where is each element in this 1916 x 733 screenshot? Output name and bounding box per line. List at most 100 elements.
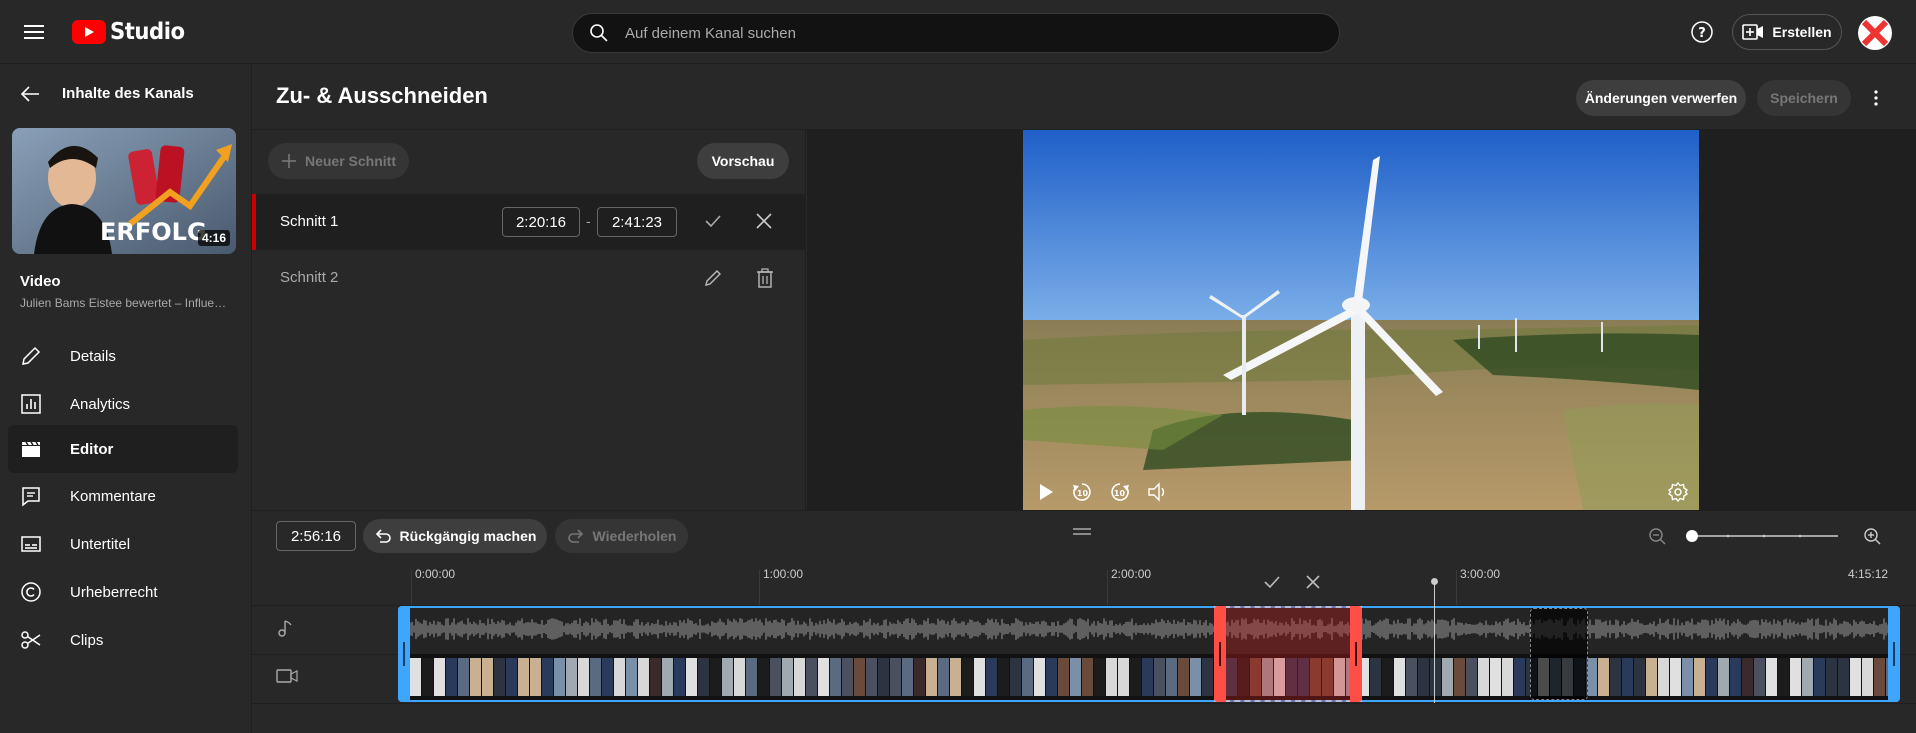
playhead-knob[interactable] [1431,578,1438,585]
duration-display: 2:56:16 [276,521,356,551]
video-section-label: Video [20,273,61,290]
divider [252,510,1916,511]
sidebar-item-label: Clips [70,631,104,649]
trim-start-handle[interactable] [398,606,410,702]
trash-icon[interactable] [756,268,774,288]
playhead[interactable] [1434,583,1435,703]
sidebar-item-comments[interactable]: Kommentare [8,472,238,520]
discard-changes-button[interactable]: Änderungen verwerfen [1576,80,1746,116]
video-thumbnail[interactable]: ERFOLG 4:16 [12,128,236,254]
sidebar-item-analytics[interactable]: Analytics [8,380,238,428]
sidebar-item-label: Details [70,347,116,365]
cut-region-2[interactable] [1530,608,1588,700]
menu-icon[interactable] [18,18,50,46]
comment-icon [20,485,42,507]
sidebar-item-details[interactable]: Details [8,332,238,380]
undo-label: Rückgängig machen [399,528,537,544]
forward-10-icon[interactable]: 10 [1109,481,1131,503]
scissors-icon [20,629,42,651]
undo-button[interactable]: Rückgängig machen [363,519,547,553]
tick-label: 1:00:00 [763,567,804,581]
sidebar-item-copyright[interactable]: Urheberrecht [8,568,238,616]
brand-label: Studio [110,19,185,45]
tick-line [1107,570,1108,606]
help-icon[interactable]: ? [1690,20,1714,44]
sidebar-item-label: Untertitel [70,535,131,553]
search-input[interactable] [625,24,1305,42]
create-button[interactable]: Erstellen [1732,14,1842,50]
sidebar-item-subtitles[interactable]: Untertitel [8,520,238,568]
play-icon[interactable] [1037,482,1055,502]
check-icon[interactable] [703,211,723,231]
trim-end-handle[interactable] [1888,606,1900,702]
cut-label: Schnitt 1 [280,213,339,230]
redo-label: Wiederholen [592,528,677,544]
sidebar-item-label: Kommentare [70,487,156,505]
arrow-left-icon [20,85,40,102]
video-preview[interactable] [1023,130,1699,510]
tick-label: 0:00:00 [415,567,456,581]
sidebar-item-editor[interactable]: Editor [8,425,238,473]
tick-line [759,570,760,606]
timeline-tracks[interactable] [398,606,1900,702]
search-icon [589,23,609,43]
avatar[interactable] [1858,16,1892,50]
rewind-10-icon[interactable]: 10 [1071,481,1093,503]
plus-icon [281,153,297,169]
analytics-icon [20,393,42,415]
svg-text:?: ? [1698,26,1706,41]
close-icon[interactable] [1305,574,1321,590]
new-cut-label: Neuer Schnitt [304,153,396,169]
tick-label: 2:00:00 [1111,567,1152,581]
tick-label: 3:00:00 [1460,567,1501,581]
pencil-icon [20,345,42,367]
sidebar-item-label: Editor [70,440,114,458]
cut-confirm-popup [1250,563,1332,601]
audio-waveform [400,608,1898,700]
tick-label: 4:15:12 [1848,567,1889,581]
subtitles-icon [20,533,42,555]
video-title: Julien Bams Eistee bewertet – Influencer [20,296,230,310]
volume-icon[interactable] [1147,482,1169,502]
cuts-panel [252,130,806,510]
check-icon[interactable] [1262,572,1282,592]
redo-button[interactable]: Wiederholen [555,519,688,553]
back-label: Inhalte des Kanals [62,85,194,102]
sidebar-item-label: Analytics [70,395,131,413]
cut-end-input[interactable]: 2:41:23 [597,207,677,237]
add-video-icon [1742,23,1764,41]
clapper-icon [20,438,42,460]
sidebar-item-label: Urheberrecht [70,583,158,601]
edit-pencil-icon[interactable] [703,268,723,288]
svg-text:10: 10 [1114,489,1126,498]
resize-handle-icon[interactable] [1072,527,1092,537]
new-cut-button[interactable]: Neuer Schnitt [268,143,409,179]
player-controls: 10 10 [1023,474,1699,510]
back-to-content-link[interactable]: Inhalte des Kanals [20,85,194,102]
more-vert-icon[interactable] [1864,84,1888,112]
settings-gear-icon[interactable] [1667,481,1689,503]
video-track-icon [276,668,298,684]
youtube-play-icon [72,20,106,44]
studio-logo[interactable]: Studio [72,16,191,48]
sidebar-item-clips[interactable]: Clips [8,616,238,664]
close-icon[interactable] [755,212,773,230]
search-bar[interactable] [572,13,1340,53]
cut-start-input[interactable]: 2:20:16 [502,207,580,237]
save-button[interactable]: Speichern [1757,80,1851,116]
preview-button[interactable]: Vorschau [697,143,789,179]
cut-start-handle[interactable] [1214,606,1226,702]
undo-icon [374,528,392,544]
cut-range-separator: - [586,213,591,229]
cut-label: Schnitt 2 [280,269,339,286]
svg-text:10: 10 [1077,489,1089,498]
page-title: Zu- & Ausschneiden [276,83,488,108]
zoom-control [1648,526,1888,546]
cut-region-1[interactable] [1214,606,1362,702]
audio-track-icon [277,618,295,638]
cut-end-handle[interactable] [1350,606,1362,702]
divider [252,703,1916,704]
redo-icon [567,528,585,544]
create-label: Erstellen [1772,24,1832,40]
zoom-slider-thumb[interactable] [1686,530,1698,542]
